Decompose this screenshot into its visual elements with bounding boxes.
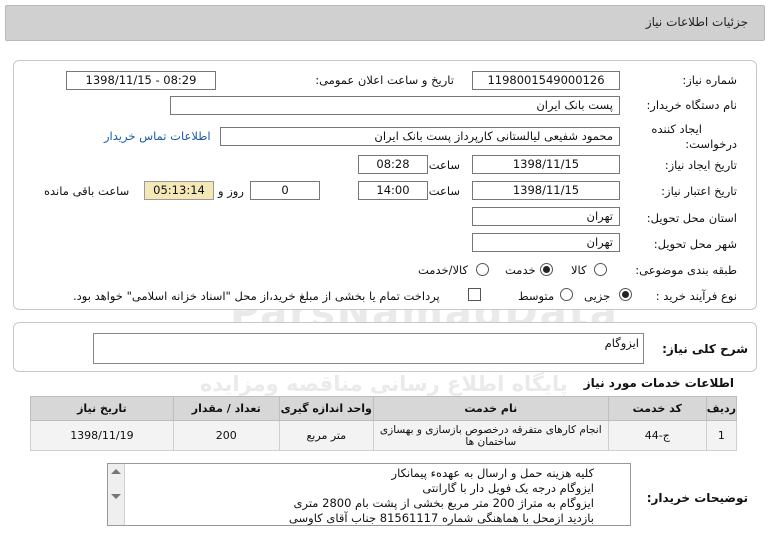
buyer-note-line-1: کلیه هزینه حمل و ارسال به عهدهء پیمانکار — [391, 466, 594, 480]
col-date: تاریخ نیاز — [30, 396, 174, 421]
province-field: تهران — [472, 207, 620, 226]
remaining-time-counter: 05:13:14 — [144, 181, 214, 200]
services-table-header: ردیف کد خدمت نام خدمت واحد اندازه گیری ت… — [30, 396, 738, 421]
days-label: روز و — [218, 184, 244, 198]
need-summary-box: ایزوگام — [93, 333, 644, 364]
col-index: ردیف — [705, 396, 738, 421]
province-label: استان محل تحویل: — [646, 211, 737, 225]
created-date-label: تاریخ ایجاد نیاز: — [664, 158, 737, 172]
buyer-notes-label: توضیحات خریدار: — [646, 491, 748, 505]
category-radio-service[interactable] — [540, 263, 553, 276]
process-option-minor: جزیی — [584, 289, 611, 303]
creator-label-2: درخواست: — [685, 137, 737, 151]
buyer-note-line-3: ایزوگام به متراژ 200 متر مربع بخشی از پش… — [293, 496, 594, 510]
created-date-field: 1398/11/15 — [472, 155, 620, 174]
buyer-notes-box[interactable]: کلیه هزینه حمل و ارسال به عهدهء پیمانکار… — [107, 463, 631, 526]
category-radio-goods[interactable] — [594, 263, 607, 276]
city-field: تهران — [472, 233, 620, 252]
table-row: 1 ج-44 انجام کارهای متفرقه درخصوص بازساز… — [30, 420, 738, 451]
buyer-note-line-2: ایزوگام درجه یک فویل دار با گارانتی — [422, 481, 594, 495]
cell-index: 1 — [705, 420, 738, 451]
process-radio-minor[interactable] — [619, 288, 632, 301]
process-radio-medium[interactable] — [560, 288, 573, 301]
validity-date-field: 1398/11/15 — [472, 181, 620, 200]
cell-date: 1398/11/19 — [30, 420, 174, 451]
cell-qty: 200 — [172, 420, 280, 451]
page-header: جزئیات اطلاعات نیاز — [5, 5, 765, 41]
col-unit: واحد اندازه گیری — [278, 396, 374, 421]
buyer-org-label: نام دستگاه خریدار: — [646, 98, 737, 112]
col-name: نام خدمت — [372, 396, 609, 421]
validity-time-field: 14:00 — [358, 181, 428, 200]
category-label: طبقه بندی موضوعی: — [635, 263, 737, 277]
need-summary-value: ایزوگام — [604, 336, 639, 350]
category-option-service: خدمت — [505, 263, 536, 277]
cell-name: انجام کارهای متفرقه درخصوص بازسازی و بهس… — [372, 420, 609, 451]
buyer-note-line-4: بازدید ازمحل با هماهنگی شماره 81561117 ج… — [288, 511, 594, 525]
validity-time-label: ساعت — [428, 184, 460, 198]
need-summary-label: شرح کلی نیاز: — [662, 342, 748, 356]
services-section-title: اطلاعات خدمات مورد نیاز — [583, 376, 734, 390]
cell-code: ج-44 — [607, 420, 707, 451]
creator-field: محمود شفیعی لیالستانی کارپرداز پست بانک … — [220, 127, 620, 146]
purchase-process-label: نوع فرآیند خرید : — [655, 289, 737, 303]
need-number-field: 1198001549000126 — [472, 71, 620, 90]
treasury-payment-checkbox[interactable] — [468, 288, 481, 301]
col-code: کد خدمت — [607, 396, 707, 421]
need-number-label: شماره نیاز: — [682, 73, 737, 87]
scroll-up-icon[interactable] — [111, 469, 121, 474]
created-time-field: 08:28 — [358, 155, 428, 174]
announce-datetime-label: تاریخ و ساعت اعلان عمومی: — [315, 73, 454, 87]
remaining-days-field: 0 — [250, 181, 320, 200]
announce-datetime-field: 1398/11/15 - 08:29 — [66, 71, 216, 90]
buyer-org-field: پست بانک ایران — [170, 96, 620, 115]
remaining-time-label: ساعت باقی مانده — [44, 184, 130, 198]
created-time-label: ساعت — [428, 158, 460, 172]
category-option-goods: کالا — [571, 263, 587, 277]
services-table: ردیف کد خدمت نام خدمت واحد اندازه گیری ت… — [30, 396, 738, 451]
buyer-contact-link[interactable]: اطلاعات تماس خریدار — [104, 129, 211, 143]
category-radio-goods-service[interactable] — [476, 263, 489, 276]
cell-unit: متر مربع — [278, 420, 374, 451]
treasury-payment-note: پرداخت تمام یا بخشی از مبلغ خرید،از محل … — [73, 289, 440, 303]
process-option-medium: متوسط — [518, 289, 555, 303]
watermark-subtitle-2: پایگاه اطلاع رسانی مناقصه ومزایده — [200, 372, 568, 396]
city-label: شهر محل تحویل: — [653, 237, 737, 251]
category-option-goods-service: کالا/خدمت — [418, 263, 469, 277]
scroll-down-icon[interactable] — [111, 494, 121, 499]
buyer-notes-scrollbar[interactable] — [108, 464, 125, 525]
creator-label-1: ایجاد کننده — [651, 122, 702, 136]
page-title: جزئیات اطلاعات نیاز — [645, 15, 748, 29]
col-qty: تعداد / مقدار — [172, 396, 280, 421]
validity-date-label: تاریخ اعتبار نیاز: — [661, 184, 737, 198]
